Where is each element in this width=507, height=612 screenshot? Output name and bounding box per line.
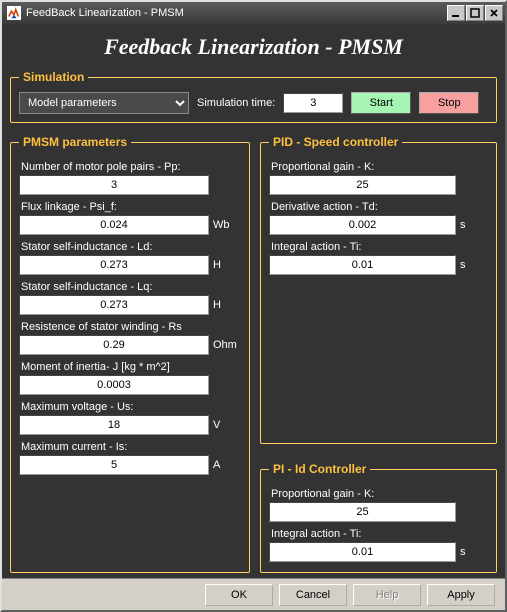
us-label: Maximum voltage - Us: bbox=[21, 401, 241, 413]
pi-k-label: Proportional gain - K: bbox=[271, 488, 488, 500]
pmsm-legend: PMSM parameters bbox=[19, 135, 131, 149]
app-icon bbox=[6, 5, 22, 21]
rs-unit: Ohm bbox=[213, 339, 241, 351]
psif-input[interactable] bbox=[19, 215, 209, 235]
is-label: Maximum current - Is: bbox=[21, 441, 241, 453]
pid-ti-label: Integral action - Ti: bbox=[271, 241, 488, 253]
us-unit: V bbox=[213, 419, 241, 431]
is-input[interactable] bbox=[19, 455, 209, 475]
ok-button[interactable]: OK bbox=[205, 584, 273, 606]
j-input[interactable] bbox=[19, 375, 209, 395]
ld-input[interactable] bbox=[19, 255, 209, 275]
window-title: FeedBack Linearization - PMSM bbox=[26, 7, 446, 19]
apply-button[interactable]: Apply bbox=[427, 584, 495, 606]
ld-label: Stator self-inductance - Ld: bbox=[21, 241, 241, 253]
pi-ti-unit: s bbox=[460, 546, 488, 558]
close-button[interactable] bbox=[485, 5, 503, 21]
simulation-legend: Simulation bbox=[19, 70, 88, 84]
pi-group: PI - Id Controller Proportional gain - K… bbox=[260, 462, 497, 573]
maximize-button[interactable] bbox=[466, 5, 484, 21]
minimize-button[interactable] bbox=[447, 5, 465, 21]
pid-td-label: Derivative action - Td: bbox=[271, 201, 488, 213]
pi-ti-label: Integral action - Ti: bbox=[271, 528, 488, 540]
pi-k-input[interactable] bbox=[269, 502, 456, 522]
pid-ti-input[interactable] bbox=[269, 255, 456, 275]
ld-unit: H bbox=[213, 259, 241, 271]
psif-unit: Wb bbox=[213, 219, 241, 231]
lq-unit: H bbox=[213, 299, 241, 311]
lq-label: Stator self-inductance - Lq: bbox=[21, 281, 241, 293]
pi-ti-input[interactable] bbox=[269, 542, 456, 562]
rs-input[interactable] bbox=[19, 335, 209, 355]
start-button[interactable]: Start bbox=[351, 92, 411, 114]
pp-input[interactable] bbox=[19, 175, 209, 195]
pid-td-input[interactable] bbox=[269, 215, 456, 235]
help-button[interactable]: Help bbox=[353, 584, 421, 606]
window: FeedBack Linearization - PMSM Feedback L… bbox=[0, 0, 507, 612]
lq-input[interactable] bbox=[19, 295, 209, 315]
pid-group: PID - Speed controller Proportional gain… bbox=[260, 135, 497, 444]
pid-legend: PID - Speed controller bbox=[269, 135, 402, 149]
content-area: Simulation Model parameters Simulation t… bbox=[2, 66, 505, 578]
simulation-time-input[interactable] bbox=[283, 93, 343, 113]
us-input[interactable] bbox=[19, 415, 209, 435]
pp-label: Number of motor pole pairs - Pp: bbox=[21, 161, 241, 173]
j-label: Moment of inertia- J [kg * m^2] bbox=[21, 361, 241, 373]
is-unit: A bbox=[213, 459, 241, 471]
page-title: Feedback Linearization - PMSM bbox=[2, 24, 505, 66]
simulation-group: Simulation Model parameters Simulation t… bbox=[10, 70, 497, 123]
simulation-time-label: Simulation time: bbox=[197, 97, 275, 109]
model-parameters-dropdown[interactable]: Model parameters bbox=[19, 92, 189, 114]
rs-label: Resistence of stator winding - Rs bbox=[21, 321, 241, 333]
pid-td-unit: s bbox=[460, 219, 488, 231]
pmsm-group: PMSM parameters Number of motor pole pai… bbox=[10, 135, 250, 573]
titlebar: FeedBack Linearization - PMSM bbox=[2, 2, 505, 24]
pid-ti-unit: s bbox=[460, 259, 488, 271]
pi-legend: PI - Id Controller bbox=[269, 462, 370, 476]
pid-k-label: Proportional gain - K: bbox=[271, 161, 488, 173]
psif-label: Flux linkage - Psi_f: bbox=[21, 201, 241, 213]
window-controls bbox=[446, 5, 503, 21]
pid-k-input[interactable] bbox=[269, 175, 456, 195]
dialog-button-bar: OK Cancel Help Apply bbox=[2, 578, 505, 610]
cancel-button[interactable]: Cancel bbox=[279, 584, 347, 606]
stop-button[interactable]: Stop bbox=[419, 92, 479, 114]
